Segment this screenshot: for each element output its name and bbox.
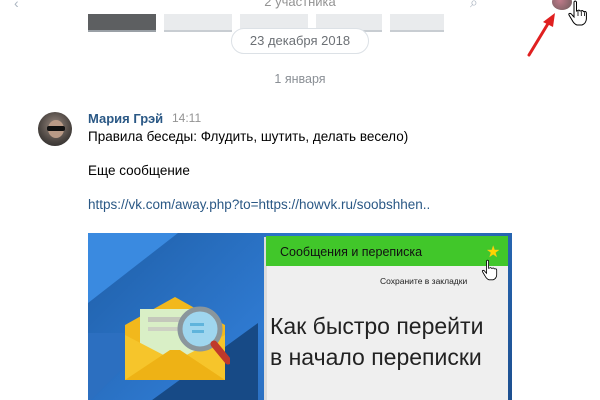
date-pill: 23 декабря 2018 bbox=[231, 28, 369, 54]
message-text: Еще сообщение bbox=[88, 163, 190, 178]
preview-headline: в начало переписки bbox=[270, 344, 482, 370]
message-time[interactable]: 14:11 bbox=[172, 111, 201, 125]
hand-pointer-icon bbox=[568, 0, 587, 26]
participants-count[interactable]: 2 участника bbox=[0, 0, 600, 9]
envelope-icon bbox=[125, 297, 230, 380]
hand-pointer-icon bbox=[481, 259, 498, 281]
thumbnail[interactable] bbox=[164, 14, 232, 32]
preview-headline: Как быстро перейти bbox=[270, 313, 484, 339]
author-avatar[interactable] bbox=[38, 112, 72, 146]
link-preview-image[interactable]: Сообщения и переписка ★ Сохраните в закл… bbox=[88, 233, 512, 400]
message-link[interactable]: https://vk.com/away.php?to=https://howvk… bbox=[88, 197, 430, 212]
thumbnail[interactable] bbox=[88, 14, 156, 32]
red-arrow-icon bbox=[527, 13, 555, 57]
search-icon[interactable]: ⌕ bbox=[470, 0, 478, 11]
thumbnail[interactable] bbox=[390, 14, 444, 32]
message-author[interactable]: Мария Грэй bbox=[88, 111, 163, 126]
chat-header: ‹ 2 участника ⌕ bbox=[0, 0, 600, 14]
bookmark-hint: Сохраните в закладки bbox=[380, 276, 468, 286]
message-text: Правила беседы: Флудить, шутить, делать … bbox=[88, 129, 409, 144]
day-separator: 1 января bbox=[274, 72, 326, 86]
preview-banner-title: Сообщения и переписка bbox=[280, 245, 423, 259]
